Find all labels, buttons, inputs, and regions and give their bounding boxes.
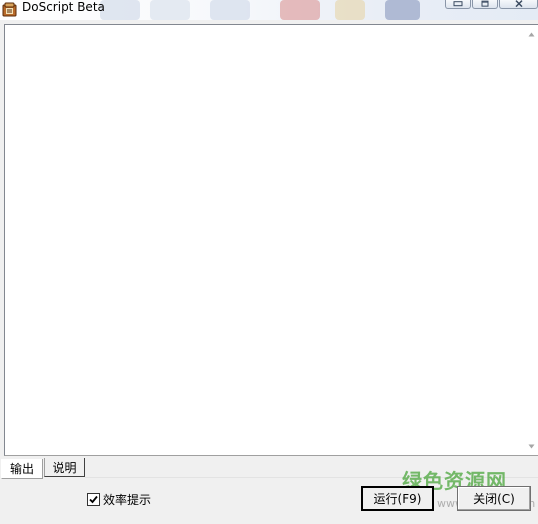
efficiency-hint-label: 效率提示 xyxy=(103,492,152,507)
scroll-up-arrow-icon[interactable] xyxy=(524,27,538,41)
background-blur xyxy=(210,0,250,20)
script-editor[interactable] xyxy=(4,24,538,456)
scroll-down-arrow-icon[interactable] xyxy=(524,439,538,453)
tab-output[interactable]: 输出 xyxy=(1,459,43,479)
efficiency-hint-checkbox[interactable] xyxy=(87,492,100,506)
close-button[interactable]: 关闭(C) xyxy=(457,486,531,511)
maximize-button[interactable] xyxy=(472,0,498,9)
background-blur xyxy=(385,0,420,20)
script-editor-textarea[interactable] xyxy=(5,25,524,455)
minimize-button[interactable] xyxy=(445,0,471,9)
tab-help[interactable]: 说明 xyxy=(44,458,85,477)
doscript-app-icon[interactable] xyxy=(2,2,17,17)
title-bar[interactable]: DoScript Beta xyxy=(0,0,538,20)
vertical-scrollbar[interactable] xyxy=(524,25,538,455)
background-blur xyxy=(100,0,140,20)
run-button[interactable]: 运行(F9) xyxy=(361,486,434,511)
background-blur xyxy=(280,0,320,20)
tab-divider xyxy=(85,477,538,478)
window-title: DoScript Beta xyxy=(22,0,105,14)
checkmark-icon xyxy=(89,495,98,503)
doscript-window: DoScript Beta 输出 说明 绿色资源网 效率提示 运行(F9) 关闭… xyxy=(0,0,538,524)
efficiency-hint-option[interactable]: 效率提示 xyxy=(87,491,151,507)
close-window-button[interactable] xyxy=(499,0,538,9)
output-tabs: 输出 说明 xyxy=(0,457,538,479)
background-blur xyxy=(150,0,190,20)
background-blur xyxy=(335,0,365,20)
